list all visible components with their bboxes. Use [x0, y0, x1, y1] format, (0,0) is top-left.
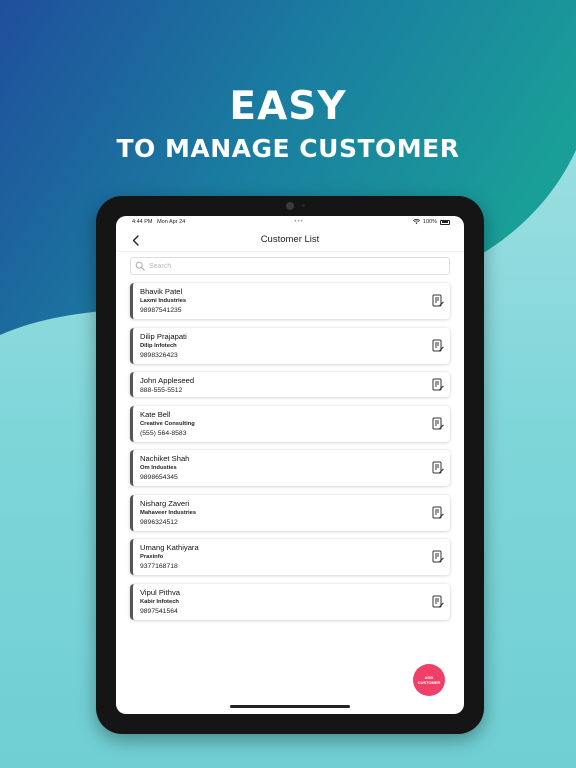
customer-phone: 9896324512: [140, 518, 178, 526]
customer-phone: 9377168718: [140, 563, 178, 570]
customer-name: Dilip Prajapati: [140, 331, 187, 341]
customer-name: Vipul Pithva: [140, 587, 180, 597]
customer-card[interactable]: Vipul Pithva Kabir Infotech 9897541564: [130, 583, 450, 620]
customer-card[interactable]: Umang Kathiyara Praxinfo 9377168718: [130, 539, 450, 575]
customer-name: Bhavik Patel: [140, 287, 183, 296]
customer-name: Nachiket Shah: [140, 454, 190, 463]
customer-phone: (555) 564-8583: [140, 429, 187, 437]
customer-company: Kabir Infotech: [140, 598, 179, 605]
edit-note-icon[interactable]: [432, 339, 444, 352]
customer-company: Laxmi Industries: [140, 298, 187, 304]
status-time: 4:44 PM: [132, 219, 153, 225]
search-input[interactable]: [149, 262, 429, 270]
customer-phone: 9898326423: [140, 351, 178, 359]
customer-phone: 9898654345: [140, 474, 178, 481]
customer-company: Dilip Infotech: [140, 342, 177, 349]
add-customer-button[interactable]: ADD CUSTOMER: [413, 664, 445, 696]
customer-name: Kate Bell: [140, 409, 171, 419]
customer-phone: 888-555-5512: [140, 387, 183, 394]
battery-percent: 100%: [422, 219, 437, 225]
customer-card[interactable]: Kate Bell Creative Consulting (555) 564-…: [130, 405, 450, 442]
customer-card[interactable]: Dilip Prajapati Dilip Infotech 989832642…: [130, 327, 450, 364]
battery-icon: [439, 219, 450, 225]
search-bar[interactable]: [130, 257, 450, 275]
promo-headline: EASY: [229, 84, 347, 129]
customer-name: Nisharg Zaveri: [140, 498, 190, 508]
search-icon: [135, 261, 145, 271]
edit-note-icon[interactable]: [432, 417, 444, 430]
app-screen: 4:44 PM Mon Apr 24 ••• 100% Customer Lis…: [116, 216, 464, 714]
edit-note-icon[interactable]: [432, 294, 444, 307]
customer-card[interactable]: Bhavik Patel Laxmi Industries 9898754123…: [130, 283, 450, 319]
promo-subheadline: TO MANAGE CUSTOMER: [116, 134, 460, 163]
status-date: Mon Apr 24: [157, 219, 186, 225]
back-button[interactable]: [128, 232, 142, 248]
add-customer-label-line2: CUSTOMER: [417, 680, 441, 685]
edit-note-icon[interactable]: [432, 595, 444, 608]
customer-phone: 9897541564: [140, 607, 178, 615]
customer-card[interactable]: John Appleseed 888-555-5512: [130, 372, 450, 397]
customer-company: Om Industies: [140, 465, 177, 471]
nav-bar: Customer List: [116, 228, 464, 252]
home-indicator[interactable]: [230, 705, 350, 708]
edit-note-icon[interactable]: [432, 378, 444, 391]
page-title: Customer List: [260, 234, 320, 245]
customer-name: Umang Kathiyara: [140, 543, 199, 552]
wifi-icon: [412, 219, 420, 225]
edit-note-icon[interactable]: [432, 506, 444, 519]
customer-company: Praxinfo: [140, 554, 164, 560]
camera-sensor: [302, 204, 305, 207]
tablet-frame: 4:44 PM Mon Apr 24 ••• 100% Customer Lis…: [96, 196, 484, 734]
customer-company: Creative Consulting: [140, 420, 195, 427]
status-right: 100%: [412, 219, 450, 225]
customer-card[interactable]: Nisharg Zaveri Mahaveer Industries 98963…: [130, 494, 450, 531]
edit-note-icon[interactable]: [432, 550, 444, 563]
edit-note-icon[interactable]: [432, 461, 444, 474]
chevron-left-icon: [132, 234, 139, 246]
camera-lens: [286, 202, 294, 210]
customer-name: John Appleseed: [140, 376, 195, 385]
status-time-date: 4:44 PM Mon Apr 24: [132, 219, 185, 225]
multitask-dots-icon[interactable]: •••: [294, 219, 303, 225]
status-bar: 4:44 PM Mon Apr 24 ••• 100%: [116, 216, 464, 228]
customer-phone: 98987541235: [140, 307, 182, 314]
customer-list: Bhavik Patel Laxmi Industries 9898754123…: [116, 275, 464, 620]
customer-company: Mahaveer Industries: [140, 509, 197, 516]
customer-card[interactable]: Nachiket Shah Om Industies 9898654345: [130, 450, 450, 486]
